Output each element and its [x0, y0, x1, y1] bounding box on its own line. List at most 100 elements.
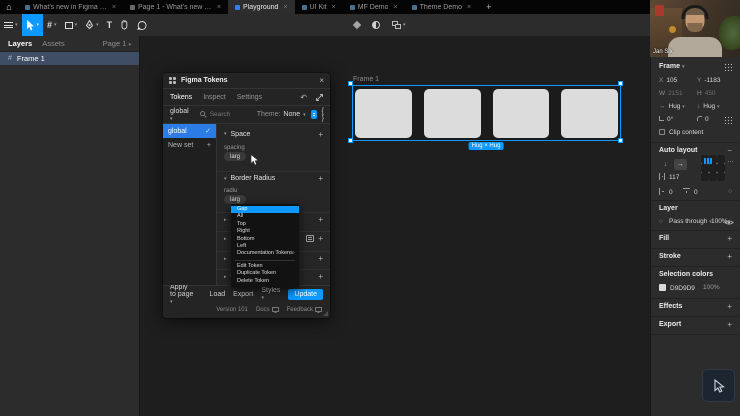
close-tab-icon[interactable]: × [112, 4, 116, 11]
plugin-resize-handle[interactable] [323, 311, 328, 316]
close-tab-icon[interactable]: × [283, 4, 287, 11]
eye-icon[interactable] [724, 219, 734, 226]
blend-mode-icon[interactable]: ○ [659, 218, 663, 225]
plugin-tab-settings[interactable]: Settings [237, 94, 262, 101]
vertical-padding-field[interactable]: 0 [683, 188, 698, 196]
add-stroke-button[interactable]: + [727, 252, 732, 261]
token-section-border-radius[interactable]: ▾ Border Radius + [217, 171, 330, 185]
json-view-icon[interactable]: { } [322, 108, 323, 122]
direction-horizontal-button[interactable]: → [674, 159, 687, 170]
styles-dropdown[interactable]: Styles ▾ [261, 287, 280, 301]
y-position-field[interactable]: Y-1183 [697, 77, 721, 84]
file-tab-page1[interactable]: Page 1 - What's new in Figma Token... × [123, 0, 228, 14]
close-tab-icon[interactable]: × [217, 4, 221, 11]
token-view-toggle-icon[interactable] [311, 110, 317, 119]
file-tab-mf-demo[interactable]: MF Demo × [343, 0, 405, 14]
add-token-icon[interactable]: + [318, 215, 323, 224]
apply-to-page-dropdown[interactable]: Apply to page ▾ [170, 284, 194, 305]
add-effect-button[interactable]: + [727, 302, 732, 311]
menu-item-left[interactable]: Left [231, 243, 299, 250]
x-position-field[interactable]: X105 [659, 77, 677, 84]
selection-type-dropdown[interactable]: Frame ▾ [659, 63, 684, 70]
selection-color-row[interactable]: D9D9D9 [659, 284, 695, 292]
vertical-resizing-dropdown[interactable]: ↕Hug ▾ [697, 103, 720, 110]
text-tool-button[interactable]: T [103, 14, 117, 36]
rectangle-layer[interactable] [493, 89, 550, 138]
pen-tool-button[interactable]: ▾ [81, 14, 103, 36]
plugin-tab-inspect[interactable]: Inspect [203, 94, 226, 101]
auto-layout-more-icon[interactable]: … [728, 157, 735, 164]
file-tab-theme-demo[interactable]: Theme Demo × [405, 0, 479, 14]
token-set-dropdown[interactable]: global ▾ [170, 108, 189, 122]
shape-tool-button[interactable]: ▾ [61, 14, 82, 36]
selection-handle-bottom-right[interactable] [618, 138, 623, 143]
token-chip[interactable]: larg [224, 195, 246, 204]
feedback-link[interactable]: Feedback [287, 307, 322, 313]
tab-assets[interactable]: Assets [42, 39, 65, 48]
layer-row-frame-1[interactable]: # Frame 1 [0, 52, 139, 65]
rotation-field[interactable]: 0° [659, 116, 673, 123]
frame-1[interactable] [352, 85, 621, 141]
menu-item-right[interactable]: Right [231, 228, 299, 235]
token-section-space[interactable]: ▾ Space + [217, 127, 330, 141]
comment-tool-button[interactable] [133, 14, 151, 36]
width-field[interactable]: W2151 [659, 90, 683, 97]
remove-auto-layout-button[interactable]: − [727, 146, 732, 155]
horizontal-resizing-dropdown[interactable]: ↔Hug ▾ [659, 103, 685, 110]
update-button[interactable]: Update [288, 289, 323, 300]
add-token-icon[interactable]: + [318, 254, 323, 263]
menu-item-delete-token[interactable]: Delete Token [231, 278, 299, 285]
clip-content-checkbox[interactable]: Clip content [659, 129, 703, 136]
selection-color-opacity[interactable]: 100% [703, 284, 720, 291]
corner-radius-field[interactable]: 0 [697, 116, 709, 123]
token-chip[interactable]: larg [224, 152, 246, 161]
close-tab-icon[interactable]: × [467, 4, 471, 11]
add-export-button[interactable]: + [727, 320, 732, 329]
add-token-icon[interactable]: + [318, 234, 323, 243]
add-fill-button[interactable]: + [727, 234, 732, 243]
selection-handle-bottom-left[interactable] [348, 138, 353, 143]
close-tab-icon[interactable]: × [332, 4, 336, 11]
menu-item-documentation-tokens[interactable]: Documentation Tokens› [231, 250, 299, 257]
independent-corners-icon[interactable] [724, 116, 732, 124]
main-menu-button[interactable]: ▾ [0, 14, 22, 36]
home-icon[interactable]: ⌂ [0, 0, 18, 14]
menu-item-duplicate-token[interactable]: Duplicate Token [231, 270, 299, 277]
close-plugin-icon[interactable]: × [319, 76, 324, 85]
add-token-icon[interactable]: + [318, 174, 323, 183]
horizontal-padding-field[interactable]: 0 [659, 188, 673, 196]
export-button[interactable]: Export [233, 291, 253, 298]
load-button[interactable]: Load [210, 291, 226, 298]
theme-dropdown[interactable]: Theme: None ▾ [257, 111, 306, 118]
file-tab-ui-kit[interactable]: UI Kit × [295, 0, 343, 14]
resize-window-icon[interactable] [316, 94, 323, 101]
height-field[interactable]: H450 [697, 90, 716, 97]
rectangle-layer[interactable] [561, 89, 618, 138]
docs-link[interactable]: Docs [256, 307, 279, 313]
menu-item-top[interactable]: Top [231, 221, 299, 228]
close-tab-icon[interactable]: × [393, 4, 397, 11]
token-set-global[interactable]: global ✓ [163, 124, 216, 138]
new-tab-button[interactable]: + [478, 0, 499, 14]
menu-item-gap[interactable]: Gap [231, 206, 299, 213]
hand-tool-button[interactable] [116, 14, 133, 36]
selection-handle-top-left[interactable] [348, 81, 353, 86]
blend-mode-dropdown[interactable]: Pass through ▾ [669, 218, 712, 225]
direction-vertical-button[interactable]: ↓ [659, 159, 672, 170]
rectangle-layer[interactable] [355, 89, 412, 138]
file-tab-playground[interactable]: Playground × [228, 0, 295, 14]
pages-button[interactable]: ▾ [392, 21, 406, 29]
plugin-title-bar[interactable]: Figma Tokens × [163, 73, 330, 89]
mask-icon[interactable] [372, 21, 380, 29]
more-options-icon[interactable] [724, 63, 732, 71]
list-view-icon[interactable] [306, 235, 314, 242]
tab-layers[interactable]: Layers [8, 39, 32, 48]
move-tool-button[interactable]: ▾ [22, 14, 44, 36]
add-token-icon[interactable]: + [318, 130, 323, 139]
menu-item-bottom[interactable]: Bottom [231, 236, 299, 243]
color-swatch[interactable] [659, 284, 666, 291]
plugin-tab-tokens[interactable]: Tokens [170, 94, 192, 101]
gap-field[interactable]: 117 [659, 173, 679, 181]
undo-icon[interactable]: ↶ [300, 93, 307, 102]
frame-title-label[interactable]: Frame 1 [353, 76, 379, 83]
